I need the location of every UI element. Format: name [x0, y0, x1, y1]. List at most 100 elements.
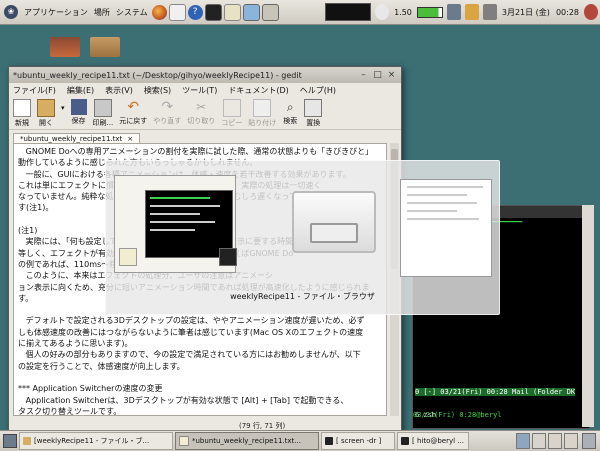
- new-button-label: 新規: [15, 119, 29, 127]
- weather-icon[interactable]: [375, 4, 390, 20]
- taskbar-item-file-browser[interactable]: [weeklyRecipe11 - ファイル・ブ...: [19, 432, 173, 450]
- redo-icon: ↷: [161, 99, 174, 115]
- menu-search[interactable]: 検索(S): [144, 85, 171, 96]
- paste-icon: [253, 99, 272, 117]
- open-dropdown[interactable]: ▾: [61, 104, 65, 112]
- maximize-icon[interactable]: □: [372, 70, 383, 81]
- taskbar-item-gedit[interactable]: *ubuntu_weekly_recipe11.txt...: [175, 432, 319, 450]
- cursor-position: (79 行, 71 列): [239, 421, 286, 430]
- bottom-panel: [weeklyRecipe11 - ファイル・ブ... *ubuntu_week…: [0, 430, 600, 451]
- applications-menu[interactable]: アプリケーション: [21, 0, 91, 24]
- print-button[interactable]: 印刷...: [92, 99, 114, 128]
- switcher-thumbnail-file-browser[interactable]: [278, 169, 386, 277]
- taskbar-item-label: *ubuntu_weekly_recipe11.txt...: [192, 437, 301, 445]
- editor-line: [18, 372, 382, 383]
- taskbar-item-terminal[interactable]: [ hito@beryl ...: [397, 432, 469, 450]
- time-label[interactable]: 00:28: [553, 8, 582, 17]
- terminal-app-icon: [219, 248, 237, 266]
- workspace-2[interactable]: [532, 433, 546, 449]
- paste-button[interactable]: 貼り付け: [248, 99, 276, 128]
- update-notifier-icon[interactable]: [464, 4, 479, 20]
- editor-line: しも体感速度の改善にはつながらないように筆者は感じています(Mac OS Xのエ…: [18, 327, 364, 337]
- desktop-folder-icon[interactable]: [90, 37, 120, 57]
- redo-button[interactable]: ↷ やり直す: [153, 99, 181, 126]
- tab-close-icon[interactable]: ×: [127, 135, 133, 143]
- undo-icon: ↶: [127, 99, 140, 115]
- save-button[interactable]: 保存: [70, 99, 87, 126]
- file-cabinet-icon: [292, 191, 376, 253]
- battery-icon[interactable]: [416, 6, 443, 18]
- places-menu[interactable]: 場所: [91, 0, 113, 24]
- taskbar-item-label: [weeklyRecipe11 - ファイル・ブ...: [34, 437, 150, 445]
- editor-line: の設定を行うことで、体感速度が向上します。: [18, 361, 185, 371]
- show-desktop-icon[interactable]: [3, 434, 17, 448]
- copy-button-label: コピー: [221, 119, 243, 127]
- power-icon[interactable]: [584, 4, 598, 20]
- terminal-scrollbar[interactable]: [582, 205, 594, 427]
- switcher-caption: weeklyRecipe11 - ファイル・ブラウザ: [230, 292, 375, 301]
- workspace-3[interactable]: [548, 433, 562, 449]
- taskbar-item-label: [ screen -dr ]: [336, 437, 382, 445]
- open-button[interactable]: 開く: [37, 99, 55, 128]
- switcher-thumbnail-mail[interactable]: [400, 179, 492, 277]
- editor-line: Application Switcherは、3Dデスクトップが有効な状態で [A…: [18, 395, 349, 405]
- document-tabs: *ubuntu_weekly_recipe11.txt ×: [9, 130, 401, 144]
- cut-button[interactable]: ✂ 切り取り: [187, 99, 215, 126]
- find-button[interactable]: ⌕ 検索: [282, 99, 298, 126]
- editor-line: *** Application Switcherの速度の変更: [18, 384, 163, 394]
- folder-icon: [23, 437, 31, 445]
- cpu-monitor[interactable]: [325, 3, 372, 21]
- date-label[interactable]: 3月21日 (金): [499, 7, 553, 18]
- scissors-icon: ✂: [196, 100, 207, 114]
- gedit-app-icon: [119, 248, 137, 266]
- volume-level: 1.50: [394, 7, 412, 17]
- undo-button-label: 元に戻す: [119, 117, 148, 125]
- new-button[interactable]: 新規: [13, 99, 31, 128]
- find-icon: ⌕: [286, 100, 294, 114]
- minimize-icon[interactable]: –: [358, 70, 369, 81]
- workspace-1[interactable]: [516, 433, 530, 449]
- editor-line: デフォルトで設定される3Dデスクトップの設定は、ややアニメーション速度が遅いため…: [18, 316, 365, 326]
- workspace-4[interactable]: [564, 433, 578, 449]
- menu-view[interactable]: 表示(V): [105, 85, 133, 96]
- gedit-titlebar[interactable]: *ubuntu_weekly_recipe11.txt (~/Desktop/g…: [9, 67, 401, 83]
- menu-documents[interactable]: ドキュメント(D): [228, 85, 288, 96]
- close-icon[interactable]: ×: [386, 70, 397, 81]
- switcher-thumbnail-gedit[interactable]: [114, 175, 237, 273]
- taskbar-item-screen[interactable]: [ screen -dr ]: [321, 432, 395, 450]
- firefox-launcher-icon[interactable]: [151, 4, 167, 20]
- speaker-icon[interactable]: [482, 4, 497, 20]
- trash-icon[interactable]: [582, 433, 596, 449]
- mail-launcher-icon[interactable]: [168, 3, 186, 21]
- paste-button-label: 貼り付け: [248, 119, 277, 127]
- help-launcher-icon[interactable]: ?: [187, 4, 203, 20]
- find-button-label: 検索: [283, 117, 298, 125]
- document-tab-label: *ubuntu_weekly_recipe11.txt: [20, 135, 123, 143]
- replace-icon: [304, 99, 323, 117]
- terminal-launcher-icon[interactable]: [204, 3, 222, 21]
- printer-icon: [93, 99, 112, 117]
- replace-button[interactable]: 置換: [304, 99, 323, 128]
- system-menu[interactable]: システム: [113, 0, 151, 24]
- menu-help[interactable]: ヘルプ(H): [300, 85, 336, 96]
- menu-tools[interactable]: ツール(T): [182, 85, 217, 96]
- menu-file[interactable]: ファイル(F): [13, 85, 56, 96]
- screenshot-launcher-icon[interactable]: [242, 3, 260, 21]
- editor-line: に揃えてあるように思います)。: [18, 339, 133, 349]
- network-icon[interactable]: [446, 4, 461, 20]
- application-switcher[interactable]: weeklyRecipe11 - ファイル・ブラウザ: [105, 160, 500, 315]
- text-editor-icon: [179, 436, 189, 446]
- edit-launcher-icon[interactable]: [223, 3, 241, 21]
- copy-icon: [222, 99, 241, 117]
- menu-edit[interactable]: 編集(E): [67, 85, 94, 96]
- settings-launcher-icon[interactable]: [261, 3, 279, 21]
- copy-button[interactable]: コピー: [221, 99, 242, 128]
- desktop-drive-icon[interactable]: [50, 37, 80, 57]
- print-button-label: 印刷...: [92, 119, 114, 127]
- gedit-title: *ubuntu_weekly_recipe11.txt (~/Desktop/g…: [13, 70, 302, 80]
- cut-button-label: 切り取り: [187, 117, 216, 125]
- undo-button[interactable]: ↶ 元に戻す: [119, 99, 147, 126]
- gedit-menubar: ファイル(F) 編集(E) 表示(V) 検索(S) ツール(T) ドキュメント(…: [9, 83, 401, 97]
- terminal-icon: [401, 437, 409, 445]
- gnome-foot-icon[interactable]: ❀: [4, 5, 18, 19]
